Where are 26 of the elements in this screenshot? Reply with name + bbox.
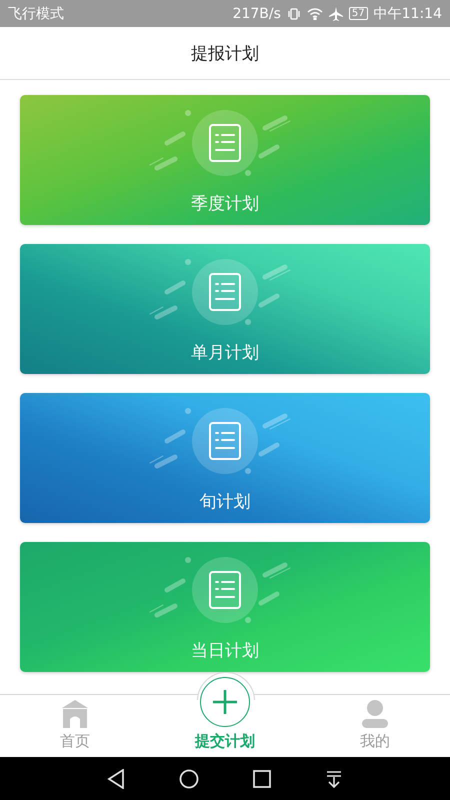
airplane-icon bbox=[328, 6, 343, 20]
nav-tab[interactable]: 提交计划 bbox=[150, 695, 300, 757]
plan-card[interactable]: 当日计划 bbox=[20, 542, 430, 672]
clock: 中午11:14 bbox=[374, 4, 442, 22]
card-label: 旬计划 bbox=[200, 491, 250, 513]
recents-icon[interactable] bbox=[253, 770, 271, 788]
card-label: 当日计划 bbox=[191, 640, 259, 662]
nav-tab[interactable]: 首页 bbox=[0, 695, 150, 757]
vibrate-icon bbox=[286, 8, 301, 20]
airplane-mode-text: 飞行模式 bbox=[8, 4, 64, 22]
home-icon bbox=[62, 700, 88, 728]
notification-pull-icon[interactable] bbox=[325, 770, 343, 788]
profile-icon bbox=[362, 700, 388, 728]
add-icon[interactable] bbox=[200, 677, 250, 727]
plan-card[interactable]: 旬计划 bbox=[20, 393, 430, 523]
network-speed: 217B/s bbox=[232, 6, 281, 22]
wifi-icon bbox=[306, 8, 323, 20]
card-label: 单月计划 bbox=[191, 342, 259, 364]
plan-card[interactable]: 单月计划 bbox=[20, 244, 430, 374]
battery-indicator: 57 bbox=[348, 7, 368, 20]
home-button-icon[interactable] bbox=[179, 768, 199, 788]
back-icon[interactable] bbox=[107, 768, 125, 788]
card-label: 季度计划 bbox=[191, 193, 259, 215]
plan-card[interactable]: 季度计划 bbox=[20, 95, 430, 225]
page-title: 提报计划 bbox=[191, 42, 259, 64]
nav-tab[interactable]: 我的 bbox=[300, 695, 450, 757]
